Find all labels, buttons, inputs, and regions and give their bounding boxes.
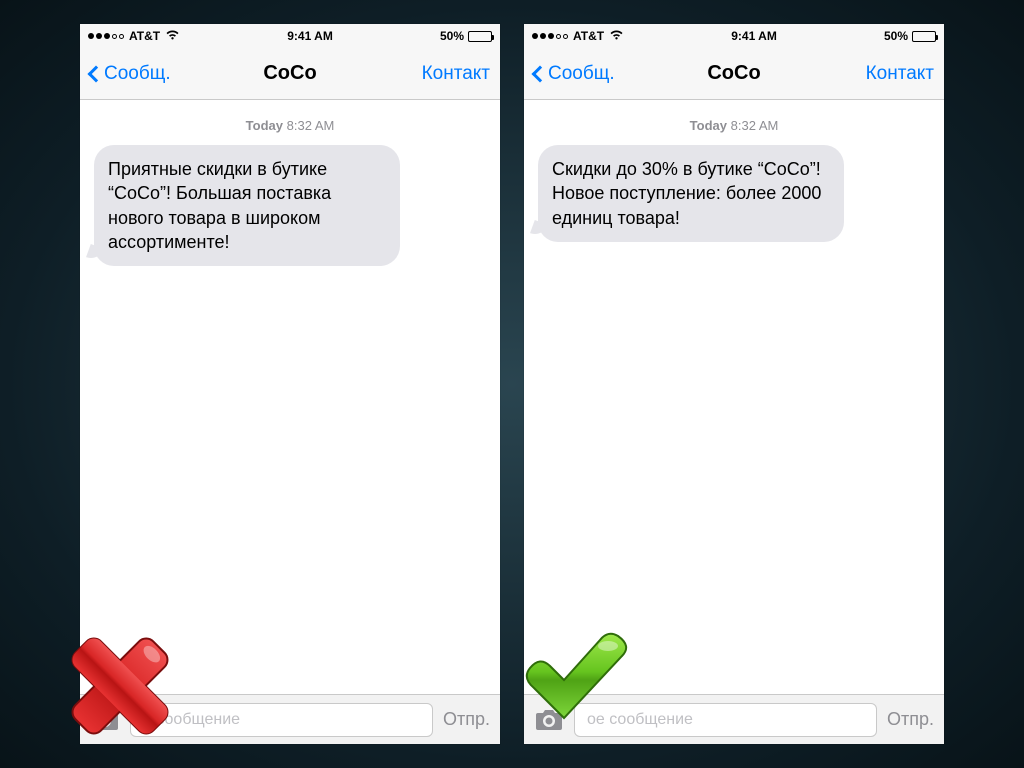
message-timestamp: Today 8:32 AM — [538, 118, 930, 133]
status-bar: AT&T 9:41 AM 50% — [524, 24, 944, 48]
battery-percent: 50% — [884, 29, 908, 43]
check-icon — [504, 616, 644, 756]
back-label: Сообщ. — [548, 63, 615, 85]
back-button[interactable]: Сообщ. — [90, 63, 171, 85]
cross-icon — [50, 616, 190, 756]
battery-icon — [468, 31, 492, 42]
nav-bar: Сообщ. CoCo Контакт — [524, 48, 944, 100]
wifi-icon — [609, 29, 624, 43]
signal-strength-icon — [532, 33, 568, 39]
conversation-area: Today 8:32 AM Скидки до 30% в бутике “Co… — [524, 100, 944, 694]
status-time: 9:41 AM — [287, 29, 333, 43]
contact-button[interactable]: Контакт — [422, 63, 490, 85]
timestamp-time: 8:32 AM — [287, 118, 335, 133]
status-bar: AT&T 9:41 AM 50% — [80, 24, 500, 48]
battery-icon — [912, 31, 936, 42]
battery-percent: 50% — [440, 29, 464, 43]
conversation-area: Today 8:32 AM Приятные скидки в бутике “… — [80, 100, 500, 694]
send-button[interactable]: Отпр. — [887, 709, 934, 730]
status-time: 9:41 AM — [731, 29, 777, 43]
conversation-title: CoCo — [707, 62, 760, 85]
carrier-label: AT&T — [573, 29, 604, 43]
timestamp-day: Today — [690, 118, 727, 133]
chevron-left-icon — [532, 65, 549, 82]
back-button[interactable]: Сообщ. — [534, 63, 615, 85]
status-right: 50% — [884, 29, 936, 43]
signal-strength-icon — [88, 33, 124, 39]
incoming-message-bubble: Скидки до 30% в бутике “CoCo”! Новое пос… — [538, 145, 844, 242]
status-left: AT&T — [532, 29, 624, 43]
timestamp-day: Today — [246, 118, 283, 133]
message-timestamp: Today 8:32 AM — [94, 118, 486, 133]
timestamp-time: 8:32 AM — [731, 118, 779, 133]
nav-bar: Сообщ. CoCo Контакт — [80, 48, 500, 100]
contact-button[interactable]: Контакт — [866, 63, 934, 85]
phone-good-example: AT&T 9:41 AM 50% Сообщ. CoCo Контакт Tod… — [524, 24, 944, 744]
status-left: AT&T — [88, 29, 180, 43]
wifi-icon — [165, 29, 180, 43]
chevron-left-icon — [88, 65, 105, 82]
phone-bad-example: AT&T 9:41 AM 50% Сообщ. CoCo Контакт Tod… — [80, 24, 500, 744]
back-label: Сообщ. — [104, 63, 171, 85]
incoming-message-bubble: Приятные скидки в бутике “CoCo”! Большая… — [94, 145, 400, 266]
conversation-title: CoCo — [263, 62, 316, 85]
status-right: 50% — [440, 29, 492, 43]
send-button[interactable]: Отпр. — [443, 709, 490, 730]
carrier-label: AT&T — [129, 29, 160, 43]
